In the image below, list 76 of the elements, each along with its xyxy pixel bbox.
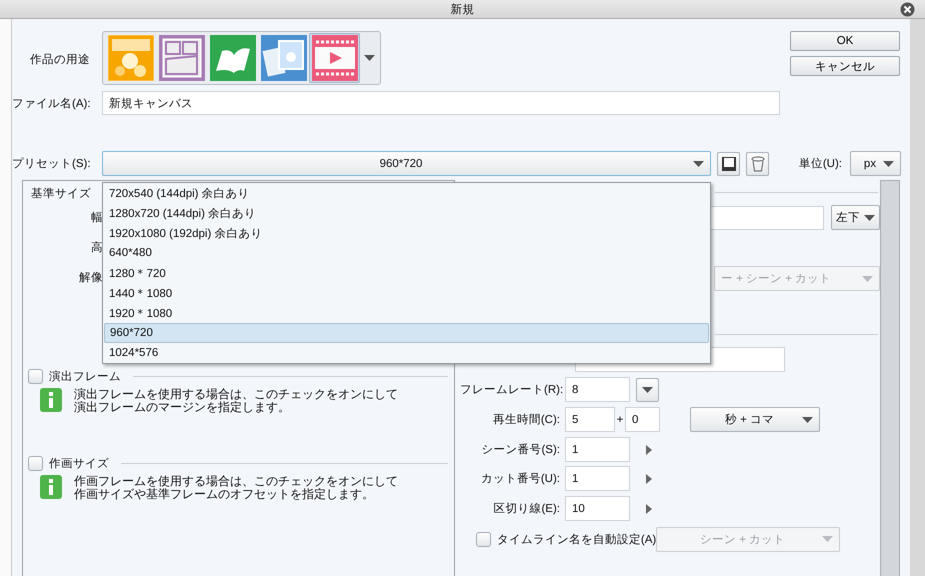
info-text: 演出フレームを使用する場合は、このチェックをオンにして 演出フレームのマージンを指定します。 <box>74 388 398 414</box>
preset-label: プリセット(S): <box>12 156 92 171</box>
arrow-icon[interactable] <box>646 474 652 484</box>
info-icon <box>40 388 62 412</box>
photo-icon <box>260 35 306 81</box>
unit-dropdown[interactable]: px <box>850 151 901 176</box>
dialog-button[interactable]: キャンセル <box>790 56 900 76</box>
scrollbar[interactable] <box>880 180 900 576</box>
field-label: フレームレート(R): <box>460 383 564 397</box>
naming-dropdown: ー + シーン + カット <box>714 266 880 291</box>
caret-icon <box>883 160 894 166</box>
caret-icon <box>862 276 873 282</box>
field-label: 再生時間(C): <box>492 412 561 427</box>
preset-option[interactable]: 640*480 <box>103 243 710 263</box>
unit-dropdown[interactable]: 秒 + コマ <box>690 407 820 432</box>
anchor-dropdown[interactable]: 左下 <box>831 205 880 230</box>
close-icon[interactable] <box>900 2 915 17</box>
number-field[interactable]: 8 <box>565 377 630 402</box>
number-field[interactable]: 1 <box>565 437 630 462</box>
save-preset-button[interactable] <box>717 152 740 176</box>
arrow-icon[interactable] <box>646 444 652 454</box>
caret-icon <box>864 214 875 220</box>
frames-field[interactable]: 0 <box>625 407 660 432</box>
info-icon <box>40 475 62 499</box>
caret-icon <box>693 160 704 166</box>
film-icon <box>312 35 358 81</box>
window-title: 新規 <box>450 2 474 16</box>
scrollbar-track[interactable] <box>910 19 925 576</box>
file-name-label: ファイル名(A): <box>12 96 92 110</box>
file-name-field[interactable]: 新規キャンバス <box>102 91 780 115</box>
number-field[interactable]: 1 <box>565 466 630 491</box>
field-label: 高 <box>90 240 103 254</box>
caret-icon <box>364 55 374 61</box>
preset-option[interactable]: 1920＊1080 <box>103 303 710 323</box>
field-label: 幅 <box>90 210 103 224</box>
usage-option[interactable] <box>105 33 156 83</box>
checkbox[interactable] <box>28 456 43 470</box>
usage-label: 作品の用途 <box>29 52 91 67</box>
usage-option[interactable] <box>207 33 258 83</box>
trash-icon <box>750 156 764 172</box>
preset-option[interactable]: 1280＊720 <box>103 263 710 283</box>
field-label: 区切り線(E): <box>492 502 561 516</box>
book-icon <box>210 35 256 81</box>
caret-icon <box>642 386 653 392</box>
preset-dropdown[interactable]: 960*720 <box>102 151 711 176</box>
checkbox-label: 作画サイズ <box>49 456 109 470</box>
preset-option[interactable]: 1440＊1080 <box>103 283 710 303</box>
field-label: 解像 <box>78 270 103 284</box>
field-label: シーン番号(S): <box>480 442 561 457</box>
number-field[interactable]: 10 <box>565 496 630 521</box>
naming-dropdown: シーン + カット <box>656 526 840 552</box>
usage-option[interactable] <box>258 33 309 83</box>
comic-panels-icon <box>158 35 204 81</box>
preset-option[interactable]: 1280x720 (144dpi) 余白あり <box>103 203 710 223</box>
checkbox[interactable] <box>28 368 43 384</box>
delete-preset-button[interactable] <box>746 152 769 176</box>
preset-option[interactable]: 960*720 <box>104 323 709 343</box>
seconds-field[interactable]: 5 <box>565 407 615 432</box>
floppy-icon <box>720 156 736 172</box>
arrow-icon[interactable] <box>646 504 652 514</box>
preset-option[interactable]: 1024*576 <box>103 343 710 363</box>
plus-sign: + <box>616 414 624 426</box>
dialog-button[interactable]: OK <box>790 31 900 51</box>
preset-option[interactable]: 720x540 (144dpi) 余白あり <box>103 183 710 203</box>
group-title: 基準サイズ <box>31 186 91 202</box>
field-label: カット番号(U): <box>480 472 561 486</box>
checkbox-label: タイムライン名を自動設定(A) <box>496 532 656 546</box>
preset-option[interactable]: 1920x1080 (192dpi) 余白あり <box>103 223 710 243</box>
caret-icon <box>802 416 813 422</box>
checkbox-label: 演出フレーム <box>49 369 121 384</box>
usage-option[interactable] <box>309 33 360 83</box>
dropdown-button[interactable] <box>636 378 659 402</box>
usage-option[interactable] <box>156 33 207 83</box>
info-text: 作画フレームを使用する場合は、このチェックをオンにして 作画サイズや基準フレームのオフセットを指定します。 <box>74 475 398 501</box>
caret-icon <box>822 536 833 542</box>
unit-label: 単位(U): <box>798 156 842 171</box>
